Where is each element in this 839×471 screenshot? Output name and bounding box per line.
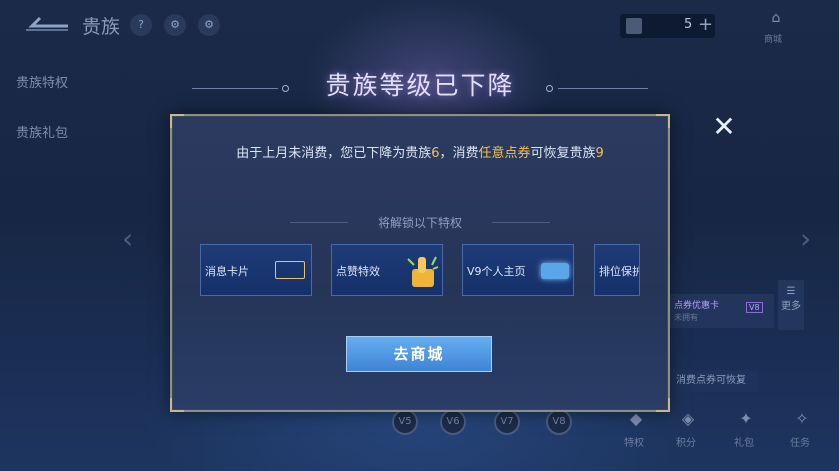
back-arrow-icon[interactable]: [22, 12, 70, 36]
privilege-card-message[interactable]: 消息卡片: [200, 244, 312, 296]
coupon-highlight: 任意点券: [478, 146, 531, 161]
privilege-label: 点赞特效: [336, 265, 380, 278]
unlock-label: 将解锁以下特权: [377, 216, 462, 230]
go-to-shop-button[interactable]: 去商城: [346, 336, 492, 372]
title-divider-right: [558, 88, 648, 89]
panel-corner: [656, 398, 670, 412]
title-ornament-left: [282, 85, 289, 92]
gift-icon[interactable]: ⚙: [198, 14, 220, 36]
privilege-card-rank-protect[interactable]: 排位保护: [594, 244, 640, 296]
privilege-tab-icon[interactable]: ◆: [624, 409, 648, 431]
bottom-tab-label: 特权: [624, 438, 644, 449]
privilege-card-like[interactable]: 点赞特效: [331, 244, 443, 296]
task-tab-icon[interactable]: ✧: [790, 409, 814, 431]
coin-balance: 5 +: [620, 14, 715, 38]
message-text: 可恢复贵族: [530, 146, 596, 161]
panel-corner: [170, 114, 184, 128]
arrow-right-icon[interactable]: ›: [800, 222, 811, 255]
title-divider-left: [192, 88, 278, 89]
add-coin-button[interactable]: +: [698, 14, 713, 35]
card-title: 点券优惠卡: [674, 301, 720, 311]
level-badge-v7[interactable]: V7: [494, 409, 520, 435]
list-icon: ☰: [786, 286, 796, 297]
dialog-title: 贵族等级已下降: [325, 71, 515, 100]
recover-hint: 消费点券可恢复: [664, 370, 758, 392]
more-button[interactable]: ☰ 更多: [778, 280, 804, 330]
panel-corner: [656, 114, 670, 128]
bottom-tab-label: 礼包: [734, 438, 754, 449]
card-tag: V8: [746, 302, 763, 313]
level-badge-v6[interactable]: V6: [440, 409, 466, 435]
title-ornament-right: [546, 85, 553, 92]
bottom-tab-label: 任务: [790, 438, 810, 449]
restore-level: 9: [595, 146, 604, 161]
downgrade-message: 由于上月未消费，您已下降为贵族6，消费任意点券可恢复贵族9: [210, 144, 630, 164]
shop-icon[interactable]: ⌂: [764, 10, 788, 30]
close-icon[interactable]: ✕: [710, 113, 738, 141]
nav-item-gift-pack[interactable]: 贵族礼包: [16, 122, 68, 141]
panel-corner: [170, 398, 184, 412]
message-text: ，消费: [439, 146, 479, 161]
gift-tab-icon[interactable]: ✦: [734, 409, 758, 431]
thumbs-up-icon: [407, 256, 439, 287]
coupon-discount-card[interactable]: 点券优惠卡 未拥有 V8: [670, 294, 774, 328]
bottom-tab-label: 积分: [676, 438, 696, 449]
card-subtitle: 未拥有: [674, 313, 698, 322]
top-bar: 贵族 ? ⚙ ⚙ 5 + ⌂ 商城: [0, 0, 839, 52]
coupon-icon: [626, 18, 642, 34]
points-tab-icon[interactable]: ◈: [676, 409, 700, 431]
level-badge-v5[interactable]: V5: [392, 409, 418, 435]
help-icon[interactable]: ?: [130, 14, 152, 36]
page-title: 贵族: [82, 16, 121, 38]
privilege-label: 消息卡片: [205, 265, 249, 278]
unlock-divider-right: [492, 222, 550, 223]
privilege-card-homepage[interactable]: V9个人主页: [462, 244, 574, 296]
message-card-icon: [275, 261, 305, 279]
shop-label: 商城: [764, 35, 783, 45]
arrow-left-icon[interactable]: ‹: [122, 222, 133, 255]
more-label: 更多: [781, 301, 801, 312]
settings-icon[interactable]: ⚙: [164, 14, 186, 36]
nav-item-privileges[interactable]: 贵族特权: [16, 72, 68, 91]
coin-value: 5: [684, 17, 693, 32]
level-badge-v8[interactable]: V8: [546, 409, 572, 435]
privilege-label: V9个人主页: [467, 265, 526, 278]
homepage-icon: [541, 263, 569, 279]
privilege-label: 排位保护: [599, 265, 640, 278]
message-text: 由于上月未消费，您已下降为贵族: [236, 146, 432, 161]
